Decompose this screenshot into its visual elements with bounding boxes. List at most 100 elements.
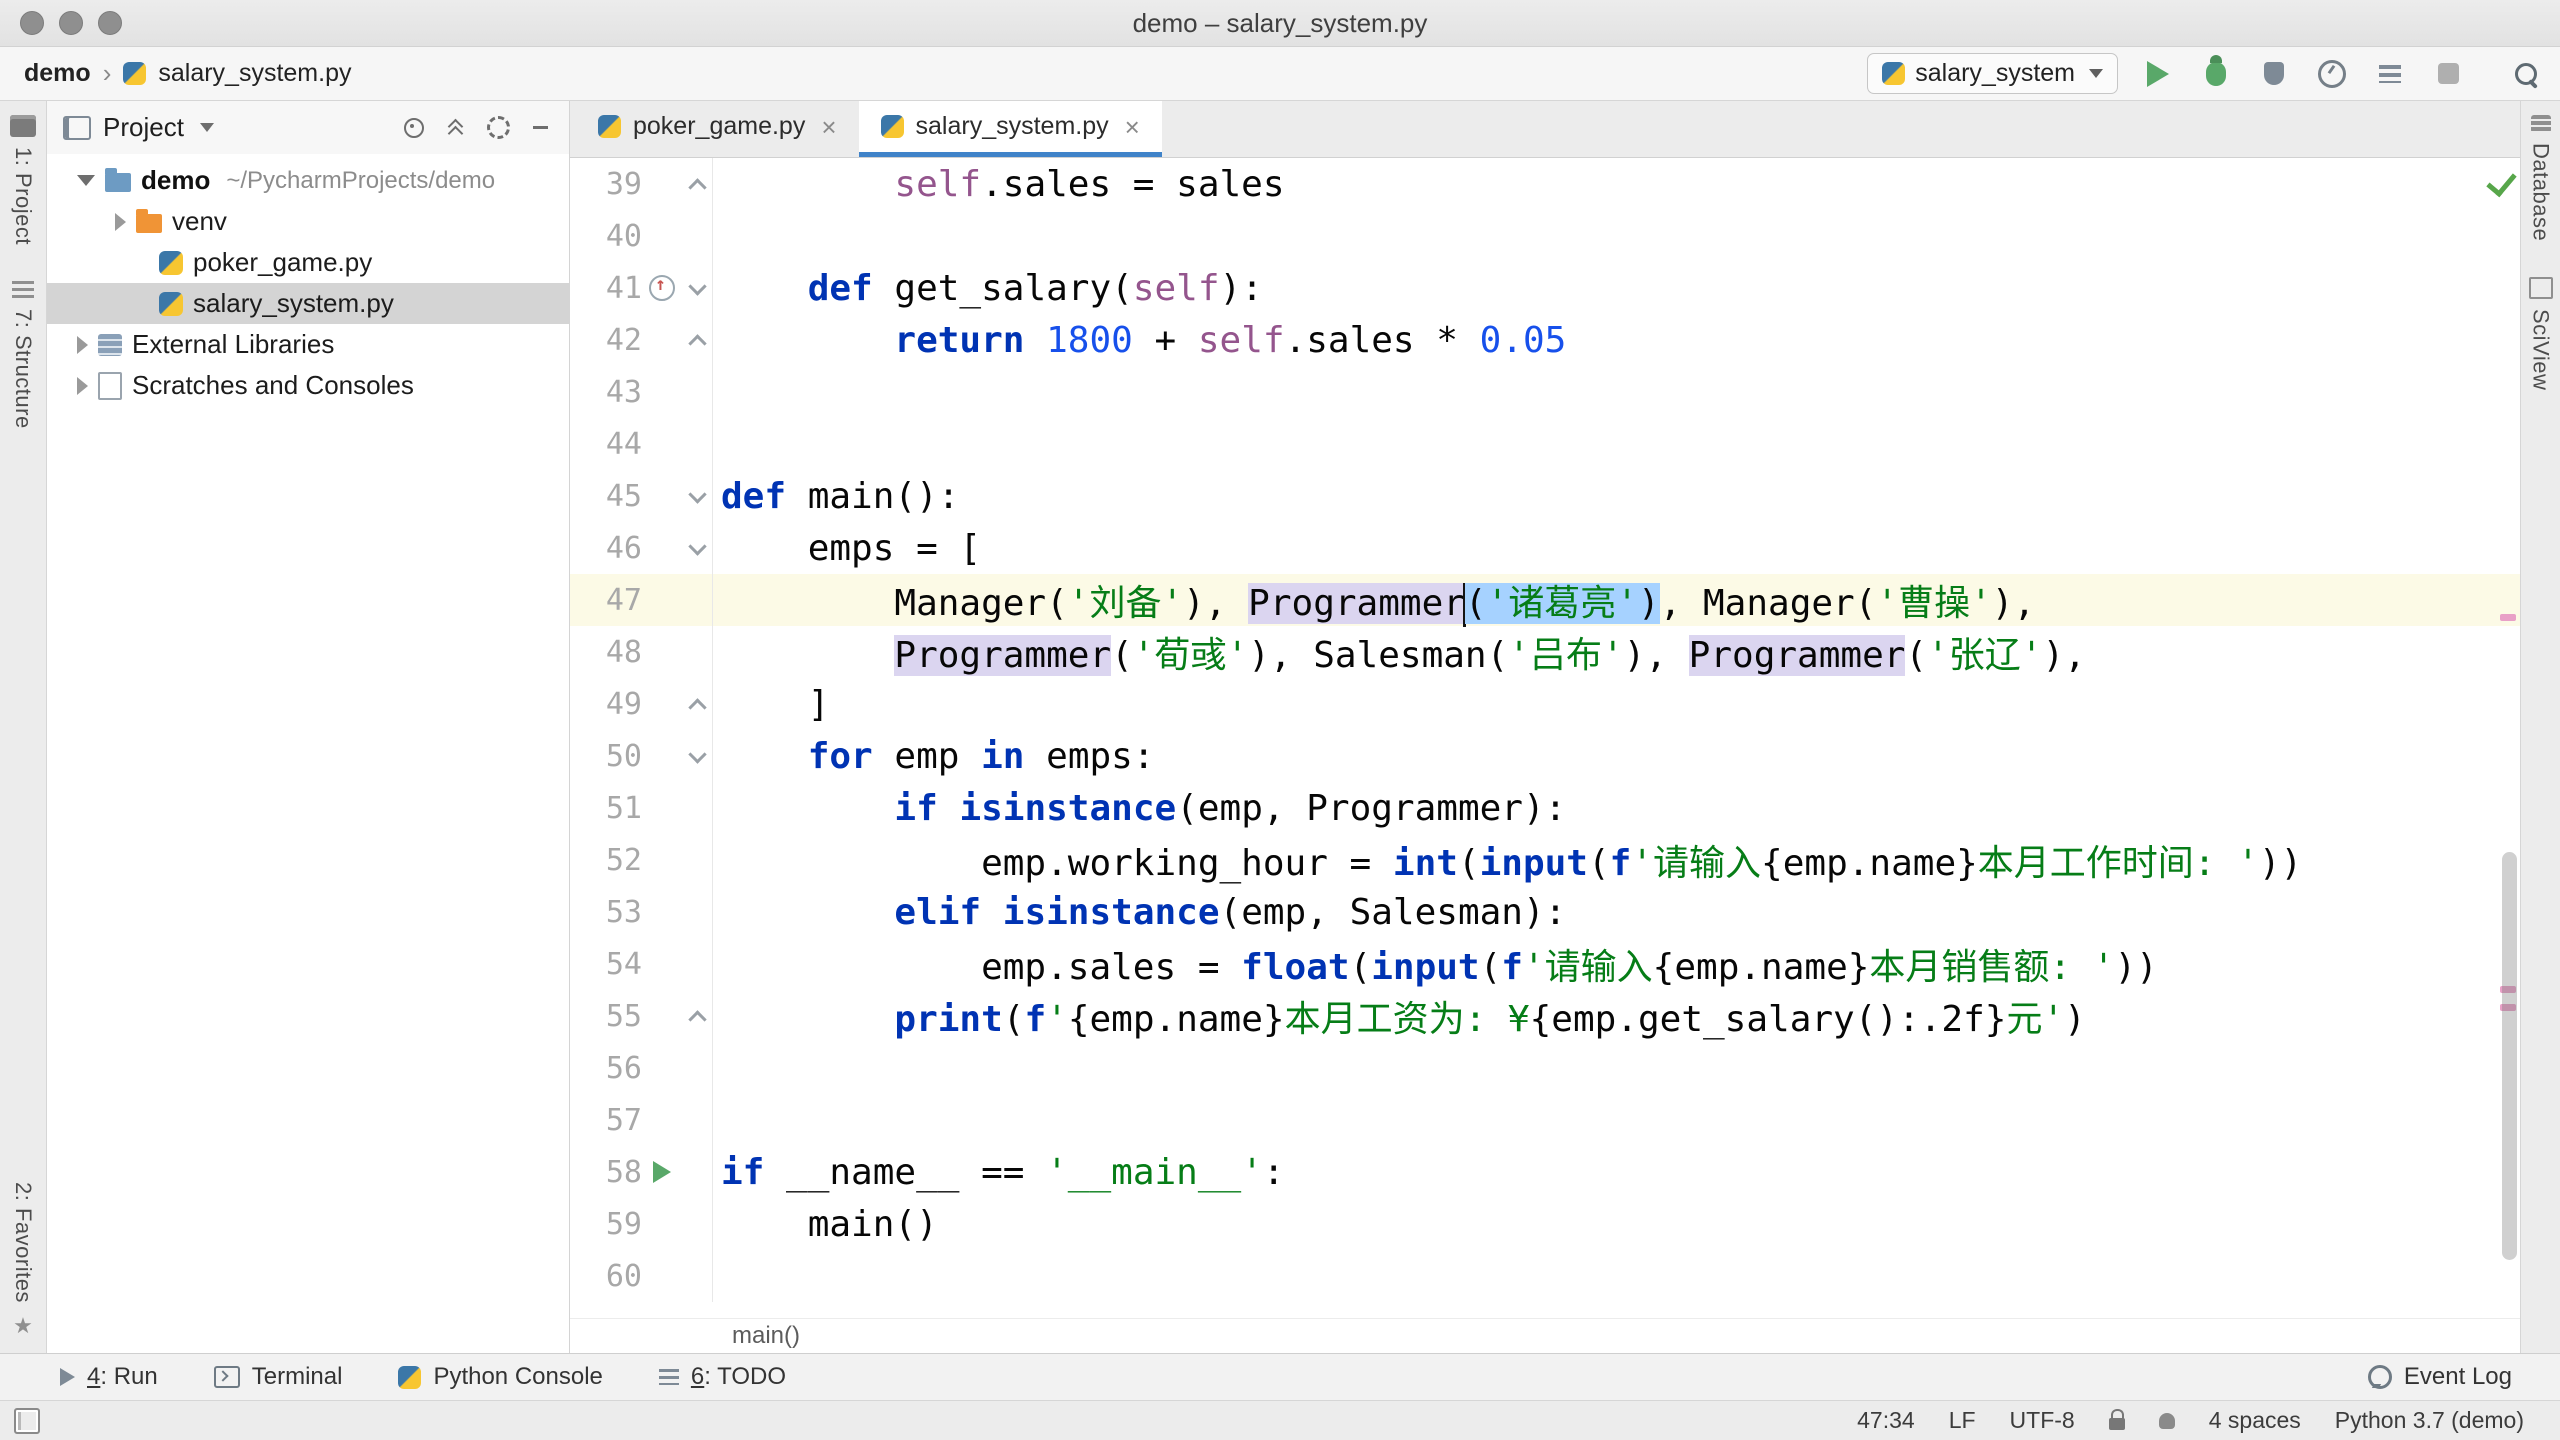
line-number: 50 [605,738,642,774]
file-encoding[interactable]: UTF-8 [2010,1407,2075,1434]
run-button[interactable] [2140,56,2176,92]
hide-panel-button[interactable] [525,113,555,143]
code-line[interactable]: 58 if __name__ == '__main__': [570,1146,2520,1198]
toolwindow-button-run[interactable]: 4: Run [60,1363,158,1391]
tab-label: poker_game.py [633,112,806,140]
toolwindow-button-terminal[interactable]: Terminal [213,1363,342,1391]
code-line[interactable]: 55 print(f'{emp.name}本月工资为: ¥{emp.get_sa… [570,990,2520,1042]
debug-button[interactable] [2198,54,2234,92]
code-line[interactable]: 59 main() [570,1198,2520,1250]
python-file-icon [123,62,147,85]
close-icon[interactable] [821,114,836,140]
override-gutter-icon[interactable] [649,274,675,301]
breadcrumb-file[interactable]: salary_system.py [158,59,351,88]
close-window-button[interactable] [20,11,44,35]
profiler-button[interactable] [2314,56,2350,92]
fold-up-icon[interactable] [688,175,706,193]
stop-button[interactable] [2430,56,2466,92]
run-gutter-icon[interactable] [653,1161,671,1183]
code-line[interactable]: 52 emp.working_hour = int(input(f'请输入{em… [570,834,2520,886]
breadcrumb-function[interactable]: main() [732,1322,800,1350]
indent-info[interactable]: 4 spaces [2209,1407,2301,1434]
toolwindow-button-todo[interactable]: 6: TODO [658,1363,786,1391]
coverage-button[interactable] [2256,56,2292,92]
chevron-right-icon[interactable] [77,335,88,354]
structure-stripe-button[interactable]: 7: Structure [10,280,36,429]
code-line[interactable]: 45 def main(): [570,470,2520,522]
code-line[interactable]: 53 elif isinstance(emp, Salesman): [570,886,2520,938]
tree-item-external-libraries[interactable]: External Libraries [47,324,569,365]
code-line[interactable]: 40 [570,210,2520,262]
stripe-mark[interactable] [2500,614,2516,621]
tree-item-poker-game[interactable]: poker_game.py [47,242,569,283]
tree-item-label: poker_game.py [193,247,373,277]
fold-up-icon[interactable] [688,1007,706,1025]
toolwindow-button-event-log[interactable]: Event Log [2367,1363,2512,1391]
tree-item-venv[interactable]: venv [47,201,569,242]
chevron-right-icon[interactable] [77,376,88,395]
fold-up-icon[interactable] [688,695,706,713]
code-line[interactable]: 41 def get_salary(self): [570,262,2520,314]
fold-down-icon[interactable] [688,487,706,505]
code-line[interactable]: 56 [570,1042,2520,1094]
concurrency-diagram-button[interactable] [2372,56,2408,92]
project-stripe-button[interactable]: 1: Project [10,115,36,245]
chevron-down-icon[interactable] [199,123,214,132]
code-line[interactable]: 49 ] [570,678,2520,730]
toolwindow-button-python-console[interactable]: Python Console [398,1363,603,1391]
toolwindow-bar: 4: Run Terminal Python Console 6: TODO E… [0,1353,2560,1400]
project-panel: Project demo ~/PycharmProjects/demo venv… [47,101,570,1353]
interpreter-info[interactable]: Python 3.7 (demo) [2335,1407,2524,1434]
panel-settings-button[interactable] [483,113,513,143]
fold-down-icon[interactable] [688,747,706,765]
code-line[interactable]: 60 [570,1250,2520,1302]
line-separator[interactable]: LF [1949,1407,1976,1434]
sciview-stripe-button[interactable]: SciView [2528,277,2554,391]
tab-salary-system[interactable]: salary_system.py [858,101,1162,157]
error-stripe[interactable] [2486,158,2520,1318]
highlighting-level-icon[interactable] [2158,1412,2175,1429]
code-line[interactable]: 43 [570,366,2520,418]
tree-item-scratches[interactable]: Scratches and Consoles [47,365,569,406]
code-line[interactable]: 44 [570,418,2520,470]
code-line[interactable]: 47 Manager('刘备'), Programmer('诸葛亮'), Man… [570,574,2520,627]
collapse-all-button[interactable] [441,113,471,143]
titlebar: demo – salary_system.py [0,0,2560,47]
caret-position[interactable]: 47:34 [1857,1407,1915,1434]
tree-item-demo[interactable]: demo ~/PycharmProjects/demo [47,160,569,201]
run-config-selector[interactable]: salary_system [1867,53,2118,94]
breadcrumb-project[interactable]: demo [24,59,91,88]
breadcrumb: demo salary_system.py [24,58,351,89]
minimize-window-button[interactable] [59,11,83,35]
fold-up-icon[interactable] [688,331,706,349]
fold-down-icon[interactable] [688,279,706,297]
code-line[interactable]: 39 self.sales = sales [570,158,2520,210]
lock-icon[interactable] [2108,1409,2125,1430]
fold-down-icon[interactable] [688,539,706,557]
favorites-stripe-button[interactable]: 2: Favorites [10,1182,36,1339]
favorites-star-icon [13,1313,33,1339]
line-number: 49 [605,686,642,722]
locate-file-button[interactable] [399,113,429,143]
close-icon[interactable] [1125,114,1140,140]
tab-poker-game[interactable]: poker_game.py [576,101,859,157]
project-panel-header: Project [47,101,569,154]
code-line[interactable]: 54 emp.sales = float(input(f'请输入{emp.nam… [570,938,2520,990]
tree-item-salary-system[interactable]: salary_system.py [47,283,569,324]
search-everywhere-button[interactable] [2508,56,2544,92]
code-line[interactable]: 48 Programmer('荀彧'), Salesman('吕布'), Pro… [570,626,2520,678]
code-line[interactable]: 57 [570,1094,2520,1146]
zoom-window-button[interactable] [98,11,122,35]
vertical-scrollbar[interactable] [2502,852,2517,1260]
chevron-down-icon[interactable] [77,175,95,186]
code-line[interactable]: 51 if isinstance(emp, Programmer): [570,782,2520,834]
code-line[interactable]: 46 emps = [ [570,522,2520,574]
toolwindow-switcher-icon[interactable] [14,1407,40,1434]
traffic-lights [20,0,122,46]
profiler-icon [2318,59,2346,88]
code-line[interactable]: 42 return 1800 + self.sales * 0.05 [570,314,2520,366]
database-stripe-button[interactable]: Database [2528,115,2554,241]
editor[interactable]: 39 self.sales = sales 40 41 def get_salary… [570,158,2520,1318]
code-line[interactable]: 50 for emp in emps: [570,730,2520,782]
chevron-right-icon[interactable] [115,212,126,231]
